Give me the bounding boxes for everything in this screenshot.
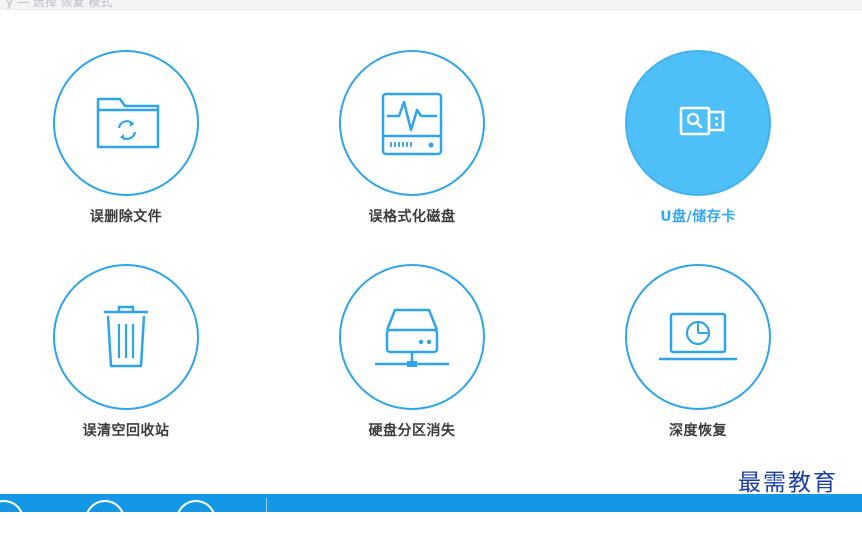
- option-circle[interactable]: [339, 50, 485, 196]
- option-circle[interactable]: [625, 264, 771, 410]
- network-drive-icon: [375, 308, 449, 367]
- top-bar-title: y — 选择 恢复 模式: [6, 0, 113, 9]
- option-partition-lost[interactable]: 硬盘分区消失: [292, 264, 532, 454]
- bottom-toolbar-button-3[interactable]: [176, 500, 216, 540]
- option-label: 误清空回收站: [82, 423, 170, 439]
- bottom-toolbar-button-2[interactable]: [85, 500, 125, 540]
- option-circle[interactable]: [339, 264, 485, 410]
- option-empty-recycle-bin[interactable]: 误清空回收站: [6, 264, 246, 454]
- option-label: U盘/储存卡: [660, 209, 736, 225]
- usb-drive-icon: [679, 106, 725, 136]
- option-deleted-files[interactable]: 误删除文件: [6, 50, 246, 240]
- option-circle[interactable]: [625, 50, 771, 196]
- option-formatted-disk[interactable]: 误格式化磁盘: [292, 50, 532, 240]
- option-usb-card[interactable]: U盘/储存卡: [578, 50, 818, 240]
- disk-pulse-icon: [381, 92, 443, 156]
- option-label: 误删除文件: [89, 209, 163, 225]
- trash-bin-icon: [104, 305, 148, 368]
- option-circle[interactable]: [53, 264, 199, 410]
- option-circle[interactable]: [53, 50, 199, 196]
- option-deep-recovery[interactable]: 深度恢复: [578, 264, 818, 454]
- bottom-toolbar: [0, 494, 862, 540]
- laptop-scan-icon: [659, 312, 737, 361]
- folder-recycle-icon: [96, 97, 160, 149]
- option-label: 硬盘分区消失: [368, 423, 456, 439]
- watermark: 最需教育: [738, 470, 838, 496]
- toolbar-divider: [266, 498, 267, 512]
- bottom-toolbar-button-1[interactable]: [0, 500, 24, 540]
- option-label: 误格式化磁盘: [368, 209, 456, 225]
- option-label: 深度恢复: [669, 423, 727, 439]
- top-bar: y — 选择 恢复 模式: [0, 0, 862, 10]
